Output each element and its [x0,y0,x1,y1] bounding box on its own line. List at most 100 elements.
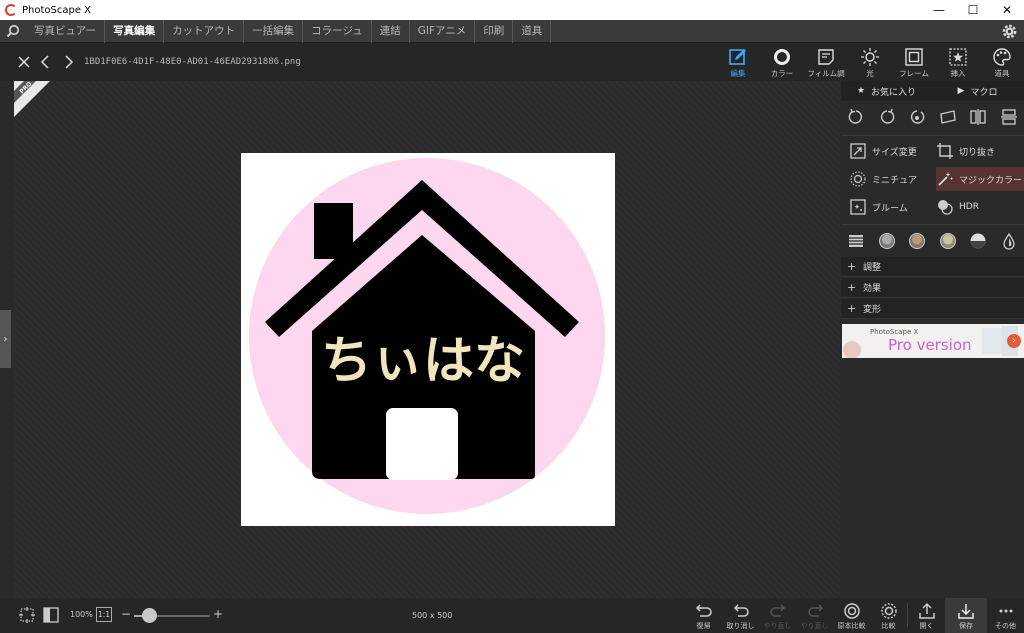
save-button[interactable]: 保存 [945,598,987,633]
tab-print[interactable]: 印刷 [475,19,514,43]
hdr-icon [938,200,953,215]
minimize-button[interactable]: — [922,0,956,20]
promo-small-text: PhotoScape X [870,328,919,336]
gear-icon[interactable] [1001,23,1018,40]
right-panel: ★ お気に入り ▶ マクロ サイズ変更 切り抜き ミニチュア マジックカラー ブルー… [841,81,1024,598]
edit-icon [729,48,746,65]
redo-all-icon [807,603,823,617]
revert-button[interactable]: 復帰 [685,598,722,633]
color-button[interactable]: カラー [760,43,804,81]
search-icon[interactable] [0,20,26,43]
tab-tools[interactable]: 道具 [513,19,552,43]
next-file-icon[interactable] [58,52,78,72]
divider [841,224,1024,225]
tools-button[interactable]: 道具 [980,43,1024,81]
tab-photo-viewer[interactable]: 写真ビュアー [26,19,106,43]
frame-button[interactable]: フレーム [892,43,936,81]
prev-file-icon[interactable] [36,52,56,72]
play-icon: ▶ [957,86,965,96]
rotate-row [841,103,1024,131]
zoom-in-button[interactable]: + [213,607,223,621]
pro-version-banner[interactable]: PhotoScape X Pro version › [842,324,1024,358]
sun-icon [861,47,879,66]
flip-horizontal-icon[interactable] [969,108,987,126]
plus-icon: + [847,260,857,273]
bottom-actions: 復帰 取り消し やり直し やり直し 原本比較 比較 開く 保存 その他 [685,598,1024,633]
rotate-free-icon[interactable] [908,108,926,126]
image-dimensions: 500 x 500 [412,611,453,620]
left-panel-toggle[interactable]: › [0,310,11,368]
rotate-right-icon[interactable] [878,108,896,126]
title-bar: PhotoScape X — ☐ ✕ [0,0,1024,20]
favorites-row: ★ お気に入り ▶ マクロ [841,81,1024,101]
tab-gif[interactable]: GIFアニメ [410,19,476,43]
sharpen-drop-icon[interactable] [1000,232,1018,250]
fit-area-icon[interactable] [18,606,36,624]
magic-wand-icon [938,172,953,186]
redo-all-button[interactable]: やり直し [796,598,833,633]
undo-button[interactable]: 取り消し [722,598,759,633]
tab-cutout[interactable]: カットアウト [164,19,245,43]
filter-warm-icon[interactable] [939,232,957,250]
maximize-button[interactable]: ☐ [956,0,990,20]
compare-button[interactable]: 比較 [870,598,907,633]
zoom-percent: 100% [70,610,93,619]
miniature-button[interactable]: ミニチュア [849,167,937,191]
magic-color-button[interactable]: マジックカラー [936,167,1024,191]
tab-collage[interactable]: コラージュ [303,19,372,43]
compare-original-button[interactable]: 原本比較 [833,598,870,633]
tab-batch[interactable]: 一括編集 [244,19,304,43]
chevron-right-icon: › [1007,334,1021,348]
color-ring-icon [774,48,790,65]
frame-icon [905,47,923,66]
compare-icon [880,602,897,619]
insert-button[interactable]: 挿入 [936,43,980,81]
filter-gray-icon[interactable] [878,232,896,250]
resize-icon [850,143,866,159]
transform-section[interactable]: + 変形 [841,299,1024,319]
compare-view-icon[interactable] [42,606,60,624]
crop-button[interactable]: 切り抜き [936,139,1024,163]
light-button[interactable]: 光 [848,43,892,81]
resize-button[interactable]: サイズ変更 [849,139,937,163]
favorites-button[interactable]: ★ お気に入り [841,85,932,98]
edit-button[interactable]: 編集 [716,43,760,81]
effects-section[interactable]: + 効果 [841,278,1024,298]
filter-row [841,229,1024,253]
tool-header: 1BD1F0E6-4D1F-48E0-AD01-46EAD2931886.png… [0,43,1024,81]
tab-combine[interactable]: 連結 [372,19,410,43]
adjust-section[interactable]: + 調整 [841,257,1024,277]
edit-toolbar: 編集 カラー フィルム調 光 フレーム 挿入 道具 [716,43,1024,81]
filter-bw-icon[interactable] [969,232,987,250]
zoom-1-1-button[interactable]: 1:1 [96,607,112,622]
bloom-icon [850,199,866,215]
film-button[interactable]: フィルム調 [804,43,848,81]
rotate-left-icon[interactable] [847,108,865,126]
bloom-button[interactable]: ブルーム [849,195,937,219]
tab-photo-editor[interactable]: 写真編集 [105,19,165,43]
close-button[interactable]: ✕ [990,0,1024,20]
more-button[interactable]: その他 [987,598,1024,633]
straighten-icon[interactable] [939,108,957,126]
app-title: PhotoScape X [22,4,92,16]
open-button[interactable]: 開く [908,598,945,633]
miniature-icon [850,171,866,187]
flip-vertical-icon[interactable] [1000,108,1018,126]
zoom-out-button[interactable]: − [121,607,131,621]
close-file-icon[interactable] [14,52,34,72]
palette-icon [993,47,1011,66]
macro-button[interactable]: ▶ マクロ [932,85,1023,98]
zoom-slider-handle[interactable] [141,608,157,623]
window-controls: — ☐ ✕ [922,0,1024,20]
filter-sepia-icon[interactable] [908,232,926,250]
hdr-button[interactable]: HDR [936,195,1024,219]
file-name: 1BD1F0E6-4D1F-48E0-AD01-46EAD2931886.png [84,57,301,67]
photo-image[interactable]: ちぃはな [241,153,615,526]
redo-icon [769,603,785,617]
redo-button[interactable]: やり直し [759,598,796,633]
house-logo-image: ちぃはな [249,158,605,514]
app-logo-icon [5,4,17,16]
bottom-bar: 100% 1:1 − + 500 x 500 復帰 取り消し やり直し やり直し… [0,598,1024,633]
download-icon [958,603,974,619]
filter-list-icon[interactable] [847,232,865,250]
